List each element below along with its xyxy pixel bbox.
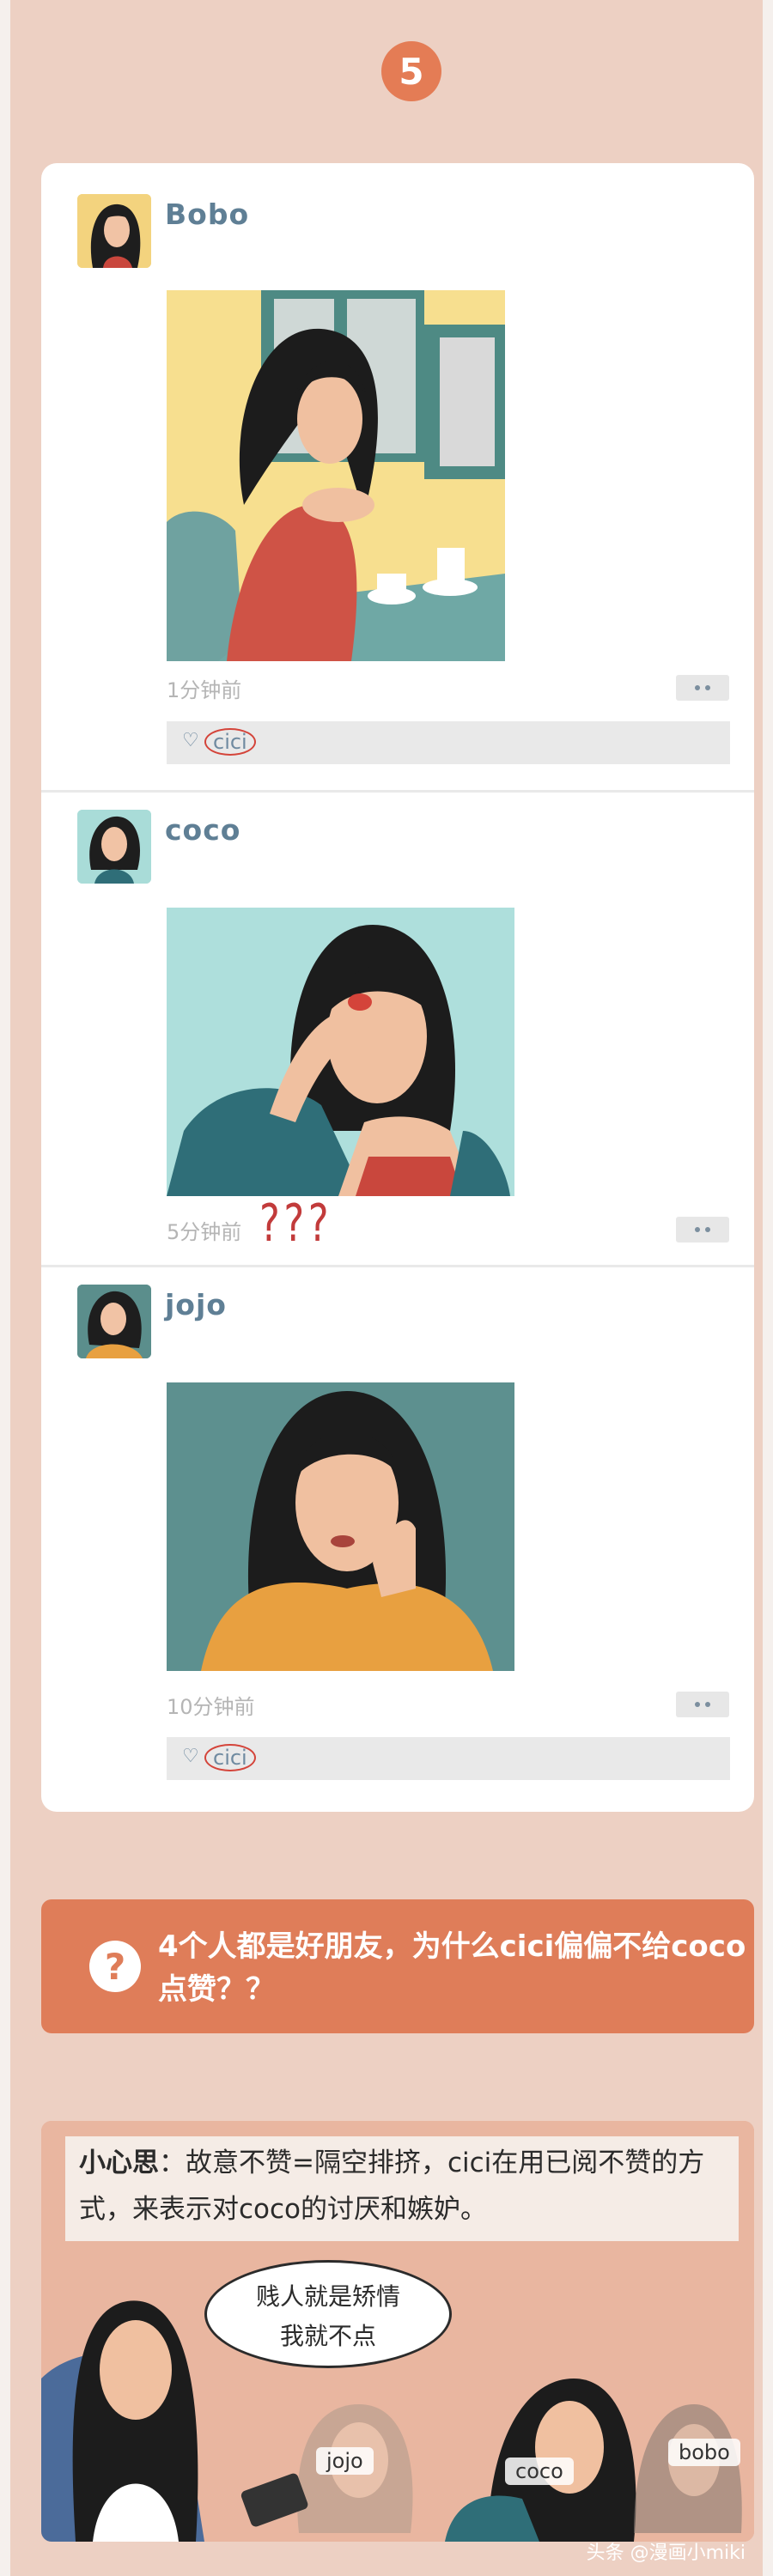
question-icon: ? xyxy=(89,1941,141,1992)
speech-bubble: 贱人就是矫情 我就不点 xyxy=(204,2260,452,2368)
like-bar: ♡ cici xyxy=(167,721,730,764)
moments-feed: Bobo 1分钟前 ♡ cici coco 5分钟前 jojo 10分钟前 ♡ … xyxy=(41,163,754,1812)
post-author-name[interactable]: jojo xyxy=(165,1288,227,1321)
answer-illustration: 小心思：故意不赞=隔空排挤，cici在用已阅不赞的方式，来表示对coco的讨厌和… xyxy=(41,2121,754,2542)
post-coco: coco 5分钟前 xyxy=(41,793,754,1265)
liker-name[interactable]: cici xyxy=(204,728,256,756)
woman-eye-rub-illustration-icon xyxy=(167,908,514,1196)
liker-name[interactable]: cici xyxy=(204,1744,256,1771)
post-timestamp: 10分钟前 xyxy=(167,1695,255,1719)
post-photo[interactable] xyxy=(167,1382,514,1671)
post-author-name[interactable]: Bobo xyxy=(165,197,249,231)
post-photo[interactable] xyxy=(167,290,505,661)
dot-icon xyxy=(695,685,700,690)
note-text: 小心思：故意不赞=隔空排挤，cici在用已阅不赞的方式，来表示对coco的讨厌和… xyxy=(79,2140,732,2233)
question-box: ? 4个人都是好朋友，为什么cici偏偏不给coco点赞？？ xyxy=(41,1899,754,2033)
question-text: 4个人都是好朋友，为什么cici偏偏不给coco点赞？？ xyxy=(158,1929,746,2007)
post-timestamp: 1分钟前 xyxy=(167,678,242,702)
note-title: 小心思 xyxy=(79,2148,159,2178)
avatar-portrait-icon xyxy=(77,810,151,884)
avatar[interactable] xyxy=(77,194,151,268)
speech-line-2: 我就不点 xyxy=(279,2322,376,2350)
more-options-button[interactable] xyxy=(676,1692,729,1717)
avatar-portrait-icon xyxy=(77,1285,151,1358)
post-photo[interactable] xyxy=(167,908,514,1196)
post-timestamp: 5分钟前 xyxy=(167,1220,242,1244)
post-bobo: Bobo 1分钟前 ♡ cici xyxy=(41,163,754,790)
woman-cafe-illustration-icon xyxy=(167,290,505,661)
avatar[interactable] xyxy=(77,810,151,884)
dot-icon xyxy=(695,1227,700,1232)
post-jojo: jojo 10分钟前 ♡ cici xyxy=(41,1267,754,1812)
heart-icon: ♡ xyxy=(182,730,199,751)
avatar-portrait-icon xyxy=(77,194,151,268)
name-tag: jojo xyxy=(316,2447,374,2475)
dot-icon xyxy=(695,1702,700,1707)
woman-smiling-illustration-icon xyxy=(167,1382,514,1671)
more-options-button[interactable] xyxy=(676,1217,729,1242)
more-options-button[interactable] xyxy=(676,675,729,701)
name-tag: bobo xyxy=(668,2439,740,2466)
dot-icon xyxy=(705,1227,710,1232)
dot-icon xyxy=(705,1702,710,1707)
question-marks-annotation: ??? xyxy=(259,1194,333,1254)
heart-icon: ♡ xyxy=(182,1746,199,1767)
speech-line-1: 贱人就是矫情 xyxy=(255,2282,400,2311)
post-author-name[interactable]: coco xyxy=(165,813,240,847)
like-bar: ♡ cici xyxy=(167,1737,730,1780)
step-badge: 5 xyxy=(381,41,441,101)
dot-icon xyxy=(705,685,710,690)
page-frame: 5 Bobo 1分钟前 ♡ cici coco 5分钟前 jojo 10分钟前 … xyxy=(10,0,763,2576)
avatar[interactable] xyxy=(77,1285,151,1358)
name-tag: coco xyxy=(505,2458,574,2485)
watermark: 头条 @漫画小miki xyxy=(586,2543,746,2564)
note-separator: ： xyxy=(159,2148,186,2178)
